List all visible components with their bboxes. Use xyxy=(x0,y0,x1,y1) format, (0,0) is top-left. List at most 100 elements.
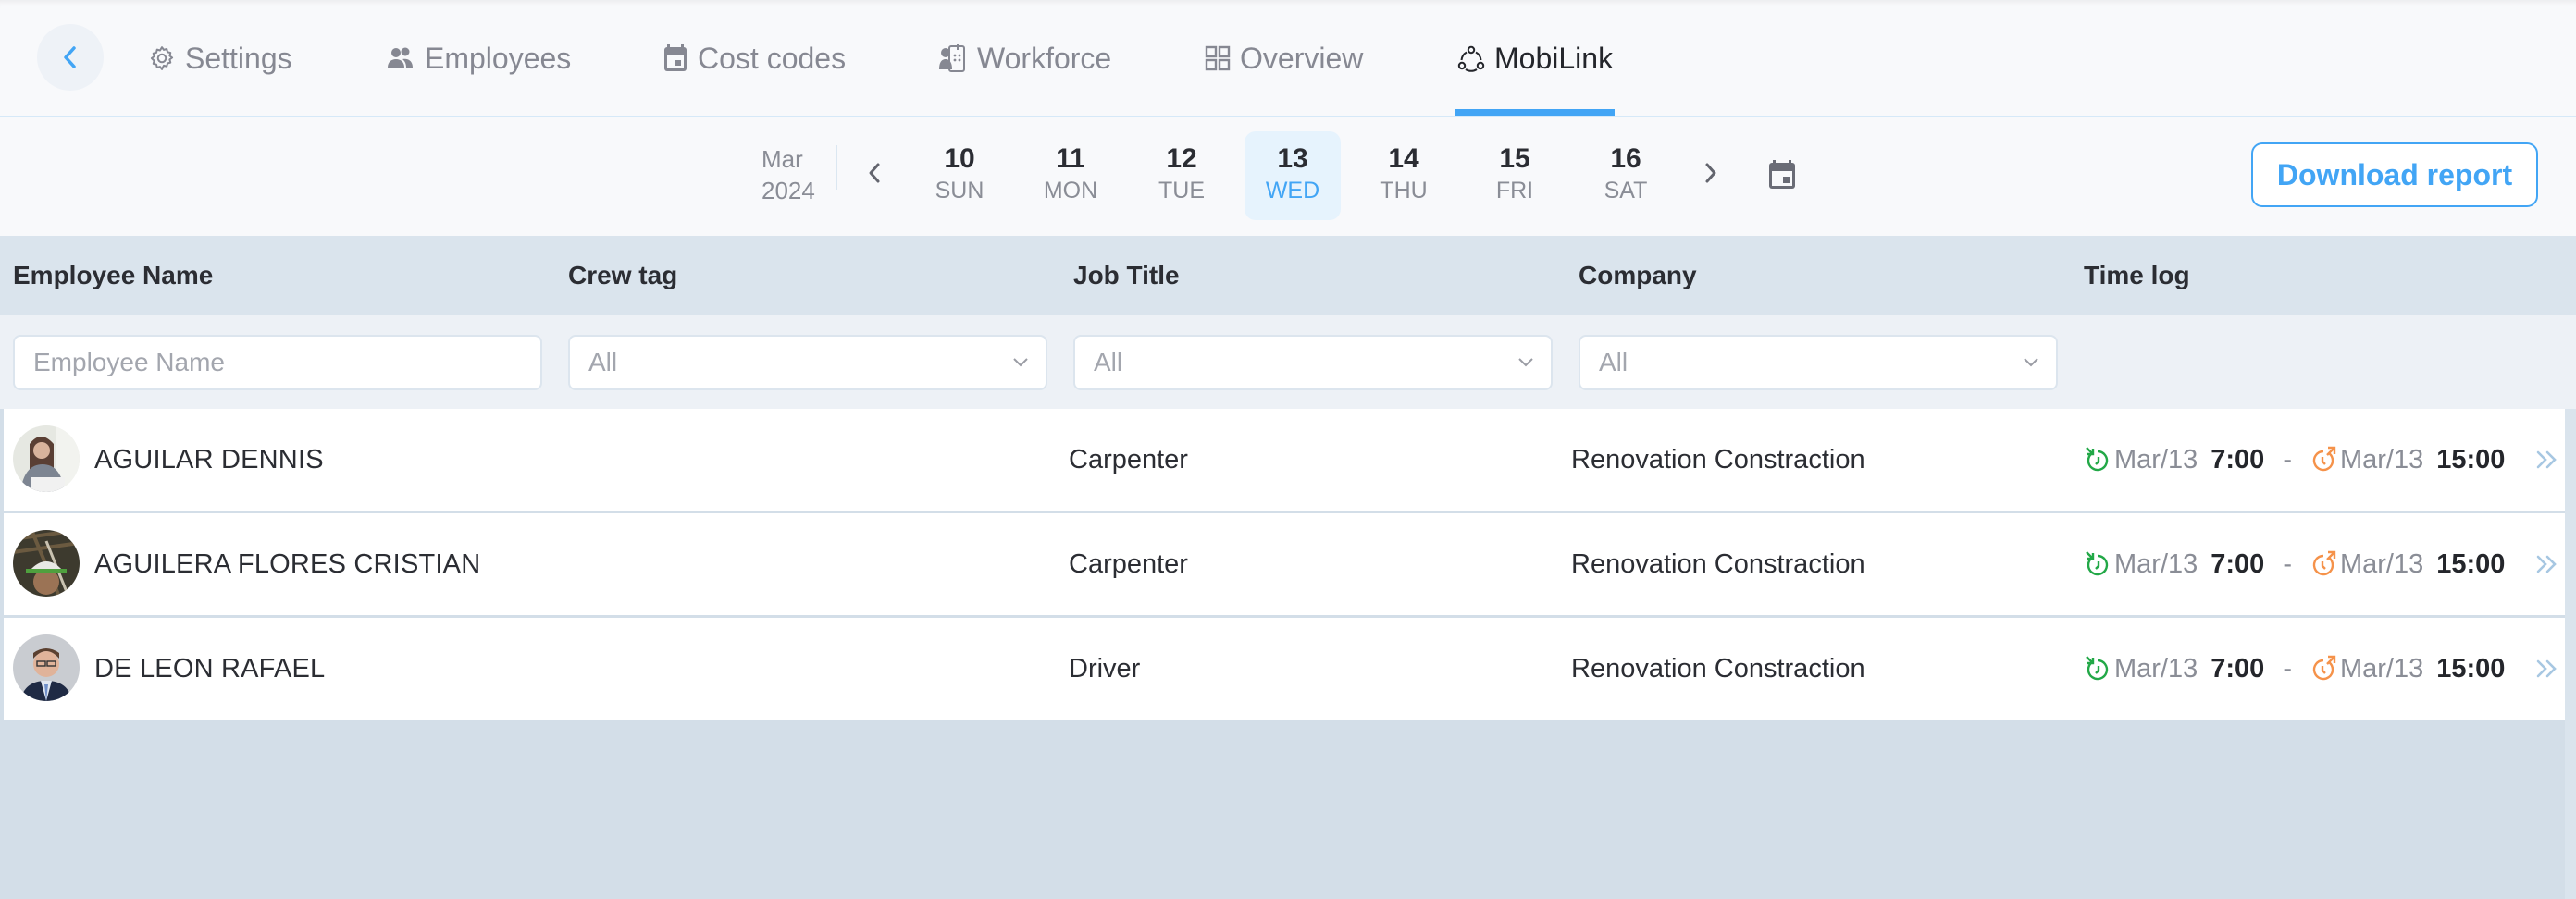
share-nodes-icon xyxy=(1457,45,1485,72)
company-cell: Renovation Constraction xyxy=(1571,548,1865,579)
chevron-right-icon xyxy=(1705,163,1716,183)
day-wed-selected[interactable]: 13 WED xyxy=(1245,131,1341,220)
download-report-button[interactable]: Download report xyxy=(2251,142,2538,207)
workforce-icon xyxy=(939,44,965,72)
clock-out-time: 15:00 xyxy=(2436,653,2506,683)
next-week-button[interactable] xyxy=(1692,154,1729,191)
nav-tab-label: Cost codes xyxy=(698,41,847,75)
nav-tab-label: Overview xyxy=(1240,41,1364,75)
calendar-picker-button[interactable] xyxy=(1764,156,1801,193)
time-separator: - xyxy=(2283,653,2292,683)
active-tab-indicator xyxy=(1455,109,1615,116)
clock-out-date: Mar/13 xyxy=(2339,444,2424,474)
vertical-scrollbar[interactable] xyxy=(2565,409,2576,899)
clock-out-icon xyxy=(2312,446,2336,472)
grid-icon xyxy=(1205,45,1231,71)
clock-out-time: 15:00 xyxy=(2436,444,2506,474)
clock-out-date: Mar/13 xyxy=(2339,653,2424,683)
day-thu[interactable]: 14 THU xyxy=(1356,131,1452,220)
row-expand-button[interactable] xyxy=(2532,548,2563,580)
people-icon xyxy=(388,47,413,68)
nav-tab-cost-codes[interactable]: Cost codes xyxy=(663,35,846,81)
nav-tab-workforce[interactable]: Workforce xyxy=(938,35,1111,81)
day-name: SAT xyxy=(1604,178,1648,203)
job-title-cell: Driver xyxy=(1069,653,1141,683)
day-name: WED xyxy=(1265,178,1320,203)
clock-in-date: Mar/13 xyxy=(2114,653,2198,683)
clock-in-icon xyxy=(2086,656,2109,681)
row-expand-button[interactable] xyxy=(2532,653,2563,684)
employee-name: AGUILAR DENNIS xyxy=(94,444,324,474)
day-mon[interactable]: 11 MON xyxy=(1022,131,1119,220)
job-title-cell: Carpenter xyxy=(1069,548,1188,579)
nav-tab-label: Employees xyxy=(425,41,572,75)
nav-tab-label: Settings xyxy=(185,41,292,75)
top-navigation: Settings Employees Cost codes Workforce … xyxy=(0,0,2576,117)
day-sat[interactable]: 16 SAT xyxy=(1578,131,1674,220)
table-row[interactable]: DE LEON RAFAEL Driver Renovation Constra… xyxy=(0,618,2565,720)
select-value: All xyxy=(1599,348,1629,376)
company-cell: Renovation Constraction xyxy=(1571,653,1865,683)
column-header-company[interactable]: Company xyxy=(1579,236,1697,315)
avatar xyxy=(13,530,80,597)
crew-tag-filter-select[interactable]: All xyxy=(568,335,1047,390)
job-title-filter-select[interactable]: All xyxy=(1073,335,1553,390)
nav-tab-label: Workforce xyxy=(977,41,1112,75)
previous-week-button[interactable] xyxy=(856,154,893,191)
nav-tab-employees[interactable]: Employees xyxy=(386,35,571,81)
clock-in-date: Mar/13 xyxy=(2114,548,2198,579)
column-header-job-title[interactable]: Job Title xyxy=(1073,236,1180,315)
nav-tab-mobilink[interactable]: MobiLink xyxy=(1457,35,1613,81)
row-expand-button[interactable] xyxy=(2532,444,2563,475)
clock-out-icon xyxy=(2312,655,2336,681)
employee-name-filter-input[interactable] xyxy=(13,335,542,390)
day-tue[interactable]: 12 TUE xyxy=(1133,131,1230,220)
clock-in-time: 7:00 xyxy=(2211,653,2265,683)
month-label: Mar xyxy=(762,145,803,173)
table-row[interactable]: AGUILERA FLORES CRISTIAN Carpenter Renov… xyxy=(0,513,2565,615)
table-row[interactable]: AGUILAR DENNIS Carpenter Renovation Cons… xyxy=(0,409,2565,511)
clock-in-icon xyxy=(2086,551,2109,576)
month-year-label: Mar 2024 xyxy=(762,143,826,206)
clock-in-date: Mar/13 xyxy=(2114,444,2198,474)
clock-in-time: 7:00 xyxy=(2211,548,2265,579)
time-log: Mar/13 7:00 - Mar/13 15:00 xyxy=(2085,513,2505,615)
clock-out-icon xyxy=(2312,550,2336,576)
filter-row: All All All xyxy=(0,315,2576,409)
day-name: THU xyxy=(1380,178,1428,203)
time-log: Mar/13 7:00 - Mar/13 15:00 xyxy=(2085,618,2505,720)
year-label: 2024 xyxy=(762,177,815,204)
avatar xyxy=(13,425,80,492)
clock-in-time: 7:00 xyxy=(2211,444,2265,474)
chevron-down-icon xyxy=(1013,358,1028,367)
calendar-icon xyxy=(664,44,687,71)
day-name: TUE xyxy=(1158,178,1205,203)
nav-tab-overview[interactable]: Overview xyxy=(1205,35,1363,81)
date-selector-bar: Mar 2024 10 SUN 11 MON 12 TUE 13 WED 14 … xyxy=(0,117,2576,236)
double-chevron-right-icon xyxy=(2536,659,2557,678)
time-separator: - xyxy=(2283,444,2292,474)
day-name: MON xyxy=(1043,178,1098,203)
time-separator: - xyxy=(2283,548,2292,579)
nav-tab-settings[interactable]: Settings xyxy=(148,35,292,81)
employee-table-body: AGUILAR DENNIS Carpenter Renovation Cons… xyxy=(0,409,2565,720)
time-log: Mar/13 7:00 - Mar/13 15:00 xyxy=(2085,409,2505,511)
day-number: 15 xyxy=(1499,143,1530,174)
column-header-crew-tag[interactable]: Crew tag xyxy=(568,236,677,315)
nav-tab-label: MobiLink xyxy=(1494,41,1614,75)
chevron-left-icon xyxy=(64,46,76,68)
day-sun[interactable]: 10 SUN xyxy=(911,131,1008,220)
select-value: All xyxy=(588,348,618,376)
day-number: 14 xyxy=(1388,143,1419,174)
chevron-down-icon xyxy=(1518,358,1533,367)
double-chevron-right-icon xyxy=(2536,555,2557,573)
back-button[interactable] xyxy=(37,24,104,91)
column-header-time-log[interactable]: Time log xyxy=(2084,236,2190,315)
day-number: 13 xyxy=(1277,143,1308,174)
day-number: 11 xyxy=(1056,143,1085,174)
company-cell: Renovation Constraction xyxy=(1571,444,1865,474)
day-fri[interactable]: 15 FRI xyxy=(1467,131,1563,220)
column-header-employee-name[interactable]: Employee Name xyxy=(13,236,213,315)
company-filter-select[interactable]: All xyxy=(1579,335,2058,390)
day-name: FRI xyxy=(1495,178,1534,203)
